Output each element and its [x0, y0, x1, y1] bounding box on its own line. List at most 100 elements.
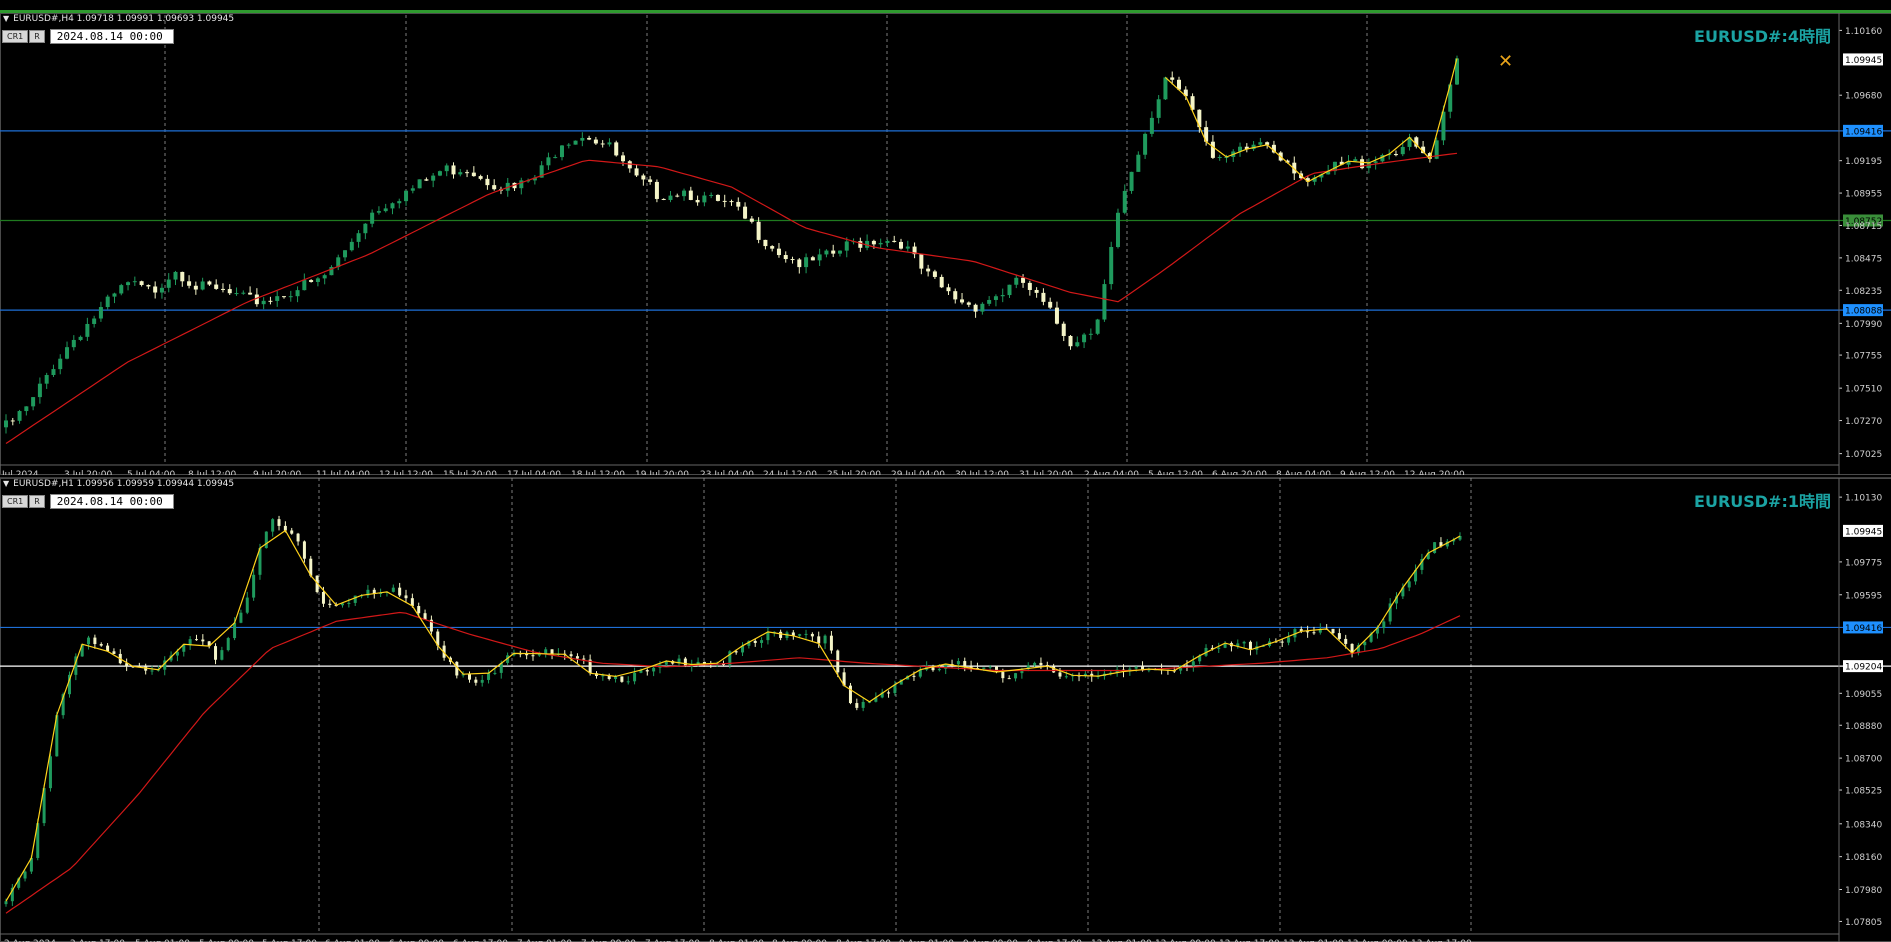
candle-body: [11, 420, 15, 421]
candle-body: [1287, 637, 1290, 642]
h1-chart-header: ▼EURUSD#,H1 1.09956 1.09959 1.09944 1.09…: [3, 479, 234, 489]
price-axis-label: 1.08475: [1845, 254, 1882, 264]
candle-body: [668, 196, 672, 200]
price-axis-label: 1.07025: [1845, 450, 1882, 460]
candle-body: [1338, 633, 1341, 639]
candle-body: [468, 674, 471, 679]
candle-body: [777, 249, 781, 255]
price-tag-label: 1.09416: [1845, 127, 1882, 137]
candle-body: [531, 655, 534, 656]
cr1-button[interactable]: CR1: [2, 30, 28, 43]
r-button[interactable]: R: [29, 30, 45, 43]
candle-body: [479, 176, 483, 179]
candle-body: [1217, 648, 1220, 649]
candle-body: [811, 634, 814, 636]
price-axis: 1.101601.099451.096801.094161.091951.089…: [1839, 27, 1883, 460]
candle-body: [418, 179, 422, 188]
collapse-triangle-icon[interactable]: ▼: [3, 479, 9, 488]
candle-body: [646, 670, 649, 671]
candle-body: [79, 337, 83, 340]
candle-body: [957, 661, 960, 664]
candle-body: [392, 588, 395, 592]
candle-body: [140, 281, 144, 285]
price-axis-label: 1.09055: [1845, 690, 1882, 700]
h1-watermark: EURUSD#:1時間: [1694, 488, 1831, 512]
time-axis-label: 3 Jul 20:00: [64, 470, 113, 475]
candle-body: [953, 291, 957, 299]
h1-chart-canvas[interactable]: 1.101301.099451.097751.095951.094161.092…: [0, 478, 1891, 942]
candle-body: [445, 165, 449, 171]
candle-body: [221, 289, 225, 290]
h4-watermark: EURUSD#:4時間: [1694, 23, 1831, 47]
candle-body: [233, 623, 236, 638]
candle-body: [1218, 157, 1222, 158]
time-axis-label: 25 Jul 20:00: [827, 470, 881, 475]
time-axis-label: 2 Aug 04:00: [1084, 470, 1139, 475]
candle-body: [24, 406, 28, 411]
candle-body: [99, 307, 103, 318]
candle-body: [736, 202, 740, 207]
candle-body: [252, 575, 255, 598]
candle-body: [1243, 642, 1246, 644]
cross-tools-icon[interactable]: ✕: [1498, 51, 1513, 72]
candle-body: [235, 293, 239, 294]
candles-group: [4, 56, 1459, 434]
candle-body: [858, 241, 862, 248]
candle-body: [112, 293, 116, 296]
candle-body: [805, 634, 808, 635]
candle-body: [302, 280, 306, 290]
candle-body: [1089, 334, 1093, 335]
date-input[interactable]: 2024.08.14 00:00: [50, 494, 174, 509]
candle-body: [214, 646, 217, 660]
candle-body: [472, 173, 476, 176]
candle-body: [797, 259, 801, 267]
collapse-triangle-icon[interactable]: ▼: [3, 14, 9, 23]
h4-chart-panel[interactable]: 1.101601.099451.096801.094161.091951.089…: [0, 10, 1891, 475]
time-axis-label: 18 Jul 12:00: [571, 470, 625, 475]
candle-body: [689, 191, 693, 200]
candle-body: [633, 673, 636, 682]
candle-body: [126, 282, 130, 285]
candle-body: [784, 255, 788, 259]
candle-body: [146, 285, 150, 286]
candle-body: [702, 195, 706, 202]
candle-body: [262, 301, 266, 304]
candle-body: [1344, 639, 1347, 644]
time-axis-label: 9 Aug 12:00: [1340, 470, 1395, 475]
candle-body: [493, 673, 496, 674]
candle-body: [1123, 191, 1127, 213]
candle-body: [405, 595, 408, 598]
date-input[interactable]: 2024.08.14 00:00: [50, 29, 174, 44]
candle-body: [1394, 154, 1398, 155]
candle-body: [587, 138, 591, 140]
candle-body: [1382, 621, 1385, 627]
candle-body: [1135, 667, 1138, 669]
h4-chart-canvas[interactable]: 1.101601.099451.096801.094161.091951.089…: [0, 13, 1891, 475]
candle-body: [872, 241, 876, 244]
candle-body: [363, 224, 367, 233]
price-tag-label: 1.09945: [1845, 56, 1882, 66]
price-axis-label: 1.08160: [1845, 853, 1882, 863]
price-axis-label: 1.08700: [1845, 755, 1882, 765]
h1-chart-panel[interactable]: 1.101301.099451.097751.095951.094161.092…: [0, 477, 1891, 942]
candle-body: [682, 191, 686, 197]
candle-body: [760, 640, 763, 643]
price-axis-label: 1.08955: [1845, 190, 1882, 200]
candle-body: [838, 251, 842, 254]
candle-body: [635, 168, 639, 175]
candle-body: [798, 634, 801, 636]
cr1-button[interactable]: CR1: [2, 495, 28, 508]
candle-body: [100, 644, 103, 646]
moving-average-line: [6, 613, 1460, 914]
candle-body: [474, 680, 477, 683]
candle-body: [1075, 342, 1079, 346]
candle-body: [1211, 142, 1215, 158]
r-button[interactable]: R: [29, 495, 45, 508]
candle-body: [946, 287, 950, 291]
candle-body: [845, 241, 849, 250]
time-axis-label: 8 Aug 04:00: [1276, 470, 1331, 475]
candle-body: [627, 681, 630, 682]
candle-body: [404, 191, 408, 201]
candle-body: [553, 157, 557, 158]
price-axis-label: 1.07510: [1845, 385, 1882, 395]
